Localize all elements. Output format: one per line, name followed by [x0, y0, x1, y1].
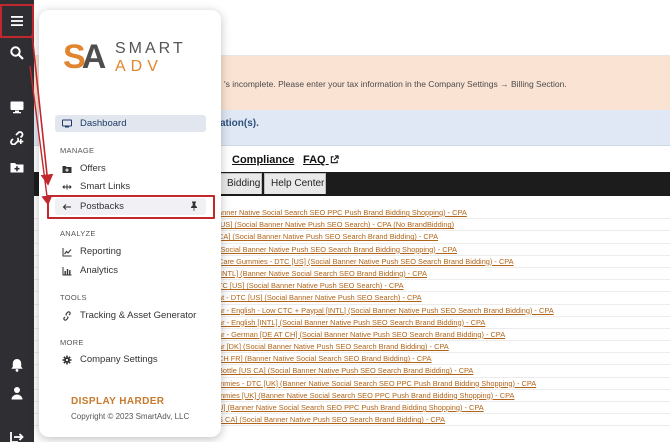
search-button[interactable]	[0, 36, 34, 70]
nav-item-label: Tracking & Asset Generator	[80, 310, 197, 321]
bell-icon	[11, 359, 23, 372]
chart-bar-icon	[60, 265, 74, 277]
nav-item-label: Smart Links	[80, 181, 131, 192]
nav-item-offers[interactable]: Offers	[55, 160, 206, 177]
smart-links-rail-button[interactable]	[0, 120, 34, 154]
monitor-icon	[10, 101, 24, 114]
exit-icon	[10, 432, 24, 442]
folder-add-icon	[10, 163, 24, 173]
dashboard-rail-button[interactable]	[0, 90, 34, 124]
info-alert-text: ation(s).	[220, 118, 259, 129]
nav-item-smart-links[interactable]: Smart Links	[55, 178, 206, 195]
nav-item-label: Dashboard	[80, 118, 127, 129]
menu-link-faq[interactable]: FAQ	[303, 154, 339, 166]
smartadv-logo: SA SMART ADV	[63, 38, 213, 80]
section-analyze: ANALYZE	[60, 229, 96, 238]
nav-item-dashboard[interactable]: Dashboard	[55, 115, 206, 132]
menu-link-compliance[interactable]: Compliance	[232, 154, 294, 166]
nav-item-tracking-asset-generator[interactable]: Tracking & Asset Generator	[55, 307, 206, 324]
nav-item-company-settings[interactable]: Company Settings	[55, 351, 206, 368]
navigation-panel: SA SMART ADV Dashboard MANAGE Offers Sma…	[39, 10, 221, 437]
link-icon	[60, 310, 74, 322]
nav-item-label: Company Settings	[80, 354, 158, 365]
section-more: MORE	[60, 338, 84, 347]
tab-bidding[interactable]: Bidding	[220, 173, 262, 194]
tax-info-alert-text: 's incomplete. Please enter your tax inf…	[224, 79, 567, 89]
section-manage: MANAGE	[60, 146, 95, 155]
nav-item-label: Offers	[80, 163, 106, 174]
arrows-split-icon	[60, 181, 74, 193]
tab-help-center[interactable]: Help Center	[264, 173, 326, 194]
section-tools: TOOLS	[60, 293, 87, 302]
menu-button[interactable]	[0, 4, 34, 38]
account-button[interactable]	[0, 376, 34, 410]
menu-icon	[11, 16, 23, 26]
nav-item-label: Reporting	[80, 246, 122, 257]
search-icon	[10, 46, 24, 60]
logo-word-adv: ADV	[115, 58, 163, 75]
link-add-icon	[10, 131, 24, 145]
left-rail	[0, 0, 34, 442]
footer-copyright: Copyright © 2023 SmartAdv, LLC	[71, 412, 190, 421]
user-icon	[11, 387, 23, 400]
nav-item-label: Analytics	[80, 265, 119, 276]
footer-slogan: DISPLAY HARDER	[71, 396, 165, 407]
offers-rail-button[interactable]	[0, 150, 34, 184]
gear-icon	[60, 354, 74, 366]
postbacks-highlight-box	[47, 195, 215, 219]
folder-add-icon	[60, 163, 74, 175]
logout-button[interactable]	[0, 420, 34, 442]
external-link-icon	[330, 155, 339, 164]
monitor-icon	[60, 118, 74, 130]
nav-item-analytics[interactable]: Analytics	[55, 262, 206, 279]
nav-item-reporting[interactable]: Reporting	[55, 243, 206, 260]
chart-line-icon	[60, 246, 74, 258]
logo-mark: SA	[63, 38, 106, 76]
logo-word-smart: SMART	[115, 40, 186, 57]
